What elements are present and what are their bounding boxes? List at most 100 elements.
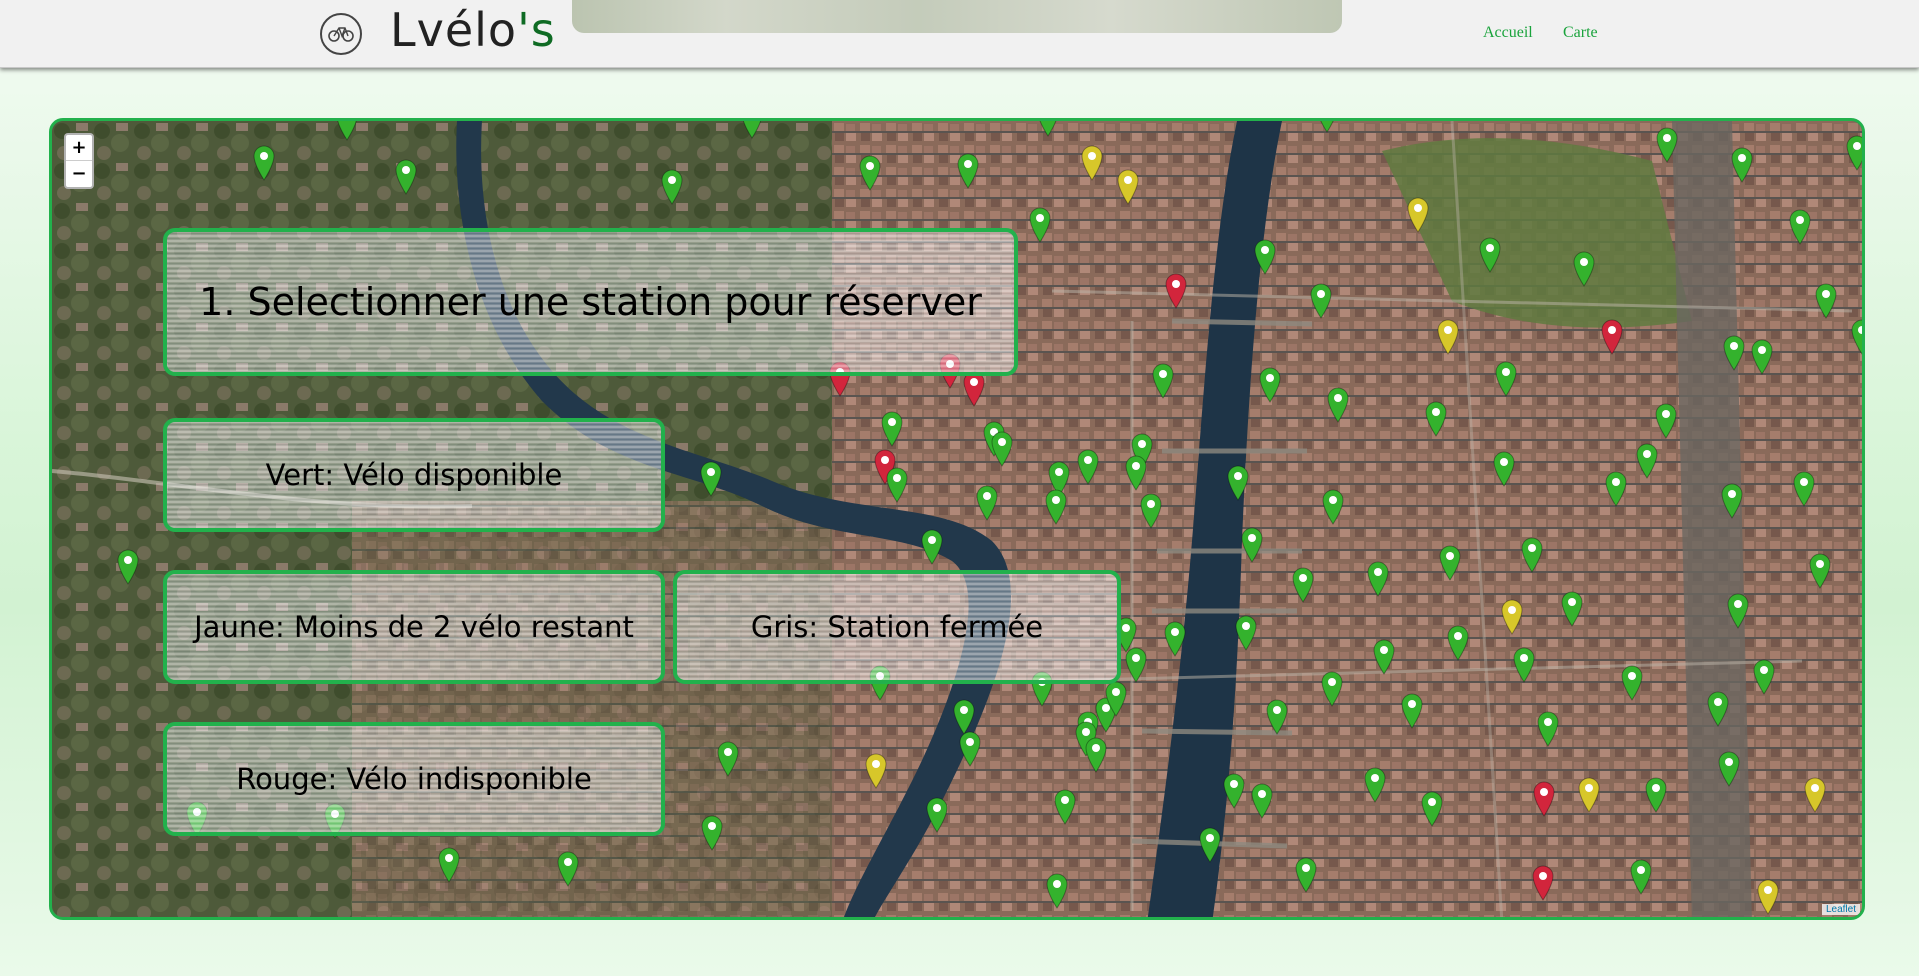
zoom-in-button[interactable]: +: [66, 135, 92, 161]
station-marker-green-icon[interactable]: [1373, 639, 1395, 675]
station-marker-yellow-icon[interactable]: [1437, 319, 1459, 355]
station-marker-green-icon[interactable]: [1321, 671, 1343, 707]
station-marker-yellow-icon[interactable]: [1578, 777, 1600, 813]
station-marker-yellow-icon[interactable]: [1501, 599, 1523, 635]
station-marker-green-icon[interactable]: [117, 549, 139, 585]
station-marker-green-icon[interactable]: [957, 153, 979, 189]
station-marker-green-icon[interactable]: [1029, 207, 1051, 243]
station-marker-green-icon[interactable]: [336, 118, 358, 141]
station-marker-yellow-icon[interactable]: [1804, 777, 1826, 813]
station-marker-green-icon[interactable]: [1125, 647, 1147, 683]
station-marker-green-icon[interactable]: [1447, 625, 1469, 661]
station-marker-green-icon[interactable]: [921, 529, 943, 565]
station-marker-green-icon[interactable]: [395, 159, 417, 195]
station-marker-green-icon[interactable]: [881, 411, 903, 447]
station-marker-green-icon[interactable]: [1310, 283, 1332, 319]
station-marker-green-icon[interactable]: [438, 847, 460, 883]
station-marker-green-icon[interactable]: [700, 461, 722, 497]
station-marker-green-icon[interactable]: [1731, 147, 1753, 183]
station-marker-green-icon[interactable]: [1085, 737, 1107, 773]
nav-link-accueil[interactable]: Accueil: [1483, 24, 1533, 42]
zoom-out-button[interactable]: −: [66, 161, 92, 186]
station-marker-green-icon[interactable]: [661, 169, 683, 205]
station-marker-yellow-icon[interactable]: [865, 753, 887, 789]
station-marker-red-icon[interactable]: [1532, 865, 1554, 901]
station-marker-green-icon[interactable]: [1259, 367, 1281, 403]
station-marker-green-icon[interactable]: [1316, 118, 1338, 133]
station-marker-green-icon[interactable]: [1367, 561, 1389, 597]
station-marker-green-icon[interactable]: [926, 797, 948, 833]
station-marker-green-icon[interactable]: [886, 467, 908, 503]
station-marker-green-icon[interactable]: [1037, 118, 1059, 137]
station-marker-green-icon[interactable]: [1045, 489, 1067, 525]
station-marker-green-icon[interactable]: [1707, 691, 1729, 727]
station-marker-green-icon[interactable]: [1125, 455, 1147, 491]
station-marker-green-icon[interactable]: [1364, 767, 1386, 803]
station-marker-green-icon[interactable]: [557, 851, 579, 887]
nav-link-carte[interactable]: Carte: [1563, 24, 1598, 42]
station-marker-green-icon[interactable]: [1636, 443, 1658, 479]
station-marker-red-icon[interactable]: [1601, 319, 1623, 355]
station-marker-green-icon[interactable]: [1054, 789, 1076, 825]
station-marker-red-icon[interactable]: [1533, 781, 1555, 817]
station-marker-green-icon[interactable]: [1140, 493, 1162, 529]
station-marker-green-icon[interactable]: [1495, 361, 1517, 397]
station-marker-green-icon[interactable]: [1656, 127, 1678, 163]
station-marker-green-icon[interactable]: [1439, 545, 1461, 581]
station-marker-green-icon[interactable]: [1751, 339, 1773, 375]
station-marker-green-icon[interactable]: [1513, 647, 1535, 683]
station-marker-green-icon[interactable]: [1254, 239, 1276, 275]
station-marker-green-icon[interactable]: [1322, 489, 1344, 525]
station-marker-green-icon[interactable]: [1537, 711, 1559, 747]
bicycle-icon[interactable]: [320, 13, 362, 55]
station-marker-green-icon[interactable]: [1561, 591, 1583, 627]
station-marker-green-icon[interactable]: [1327, 387, 1349, 423]
station-marker-green-icon[interactable]: [1493, 451, 1515, 487]
station-marker-green-icon[interactable]: [500, 118, 522, 123]
station-marker-green-icon[interactable]: [1235, 615, 1257, 651]
station-marker-green-icon[interactable]: [959, 731, 981, 767]
station-marker-green-icon[interactable]: [1479, 237, 1501, 273]
station-marker-green-icon[interactable]: [701, 815, 723, 851]
station-marker-green-icon[interactable]: [1425, 401, 1447, 437]
station-marker-yellow-icon[interactable]: [1117, 169, 1139, 205]
station-marker-green-icon[interactable]: [1421, 791, 1443, 827]
station-marker-green-icon[interactable]: [1789, 209, 1811, 245]
station-marker-green-icon[interactable]: [1046, 873, 1068, 909]
station-marker-green-icon[interactable]: [1851, 319, 1865, 355]
brand-logo[interactable]: Lvélo's: [390, 3, 556, 57]
station-marker-green-icon[interactable]: [253, 145, 275, 181]
station-marker-green-icon[interactable]: [1223, 773, 1245, 809]
station-marker-green-icon[interactable]: [717, 741, 739, 777]
station-marker-yellow-icon[interactable]: [1081, 145, 1103, 181]
station-marker-yellow-icon[interactable]: [1757, 879, 1779, 915]
station-marker-green-icon[interactable]: [1645, 777, 1667, 813]
station-marker-yellow-icon[interactable]: [1407, 197, 1429, 233]
station-marker-green-icon[interactable]: [1251, 783, 1273, 819]
station-marker-green-icon[interactable]: [1105, 681, 1127, 717]
station-marker-green-icon[interactable]: [1723, 335, 1745, 371]
leaflet-attribution-link[interactable]: Leaflet: [1821, 904, 1860, 915]
station-marker-green-icon[interactable]: [1846, 135, 1865, 171]
station-marker-green-icon[interactable]: [1809, 553, 1831, 589]
station-marker-green-icon[interactable]: [1401, 693, 1423, 729]
station-marker-green-icon[interactable]: [1521, 537, 1543, 573]
station-marker-red-icon[interactable]: [963, 371, 985, 407]
station-marker-green-icon[interactable]: [1295, 857, 1317, 893]
station-marker-green-icon[interactable]: [1199, 827, 1221, 863]
station-marker-green-icon[interactable]: [1266, 699, 1288, 735]
station-marker-green-icon[interactable]: [1227, 465, 1249, 501]
station-map[interactable]: + − 1. Selectionner une station pour rés…: [49, 118, 1865, 920]
station-marker-green-icon[interactable]: [1721, 483, 1743, 519]
station-marker-green-icon[interactable]: [1621, 665, 1643, 701]
station-marker-green-icon[interactable]: [859, 155, 881, 191]
station-marker-green-icon[interactable]: [1718, 751, 1740, 787]
station-marker-green-icon[interactable]: [1655, 403, 1677, 439]
station-marker-green-icon[interactable]: [1152, 363, 1174, 399]
station-marker-green-icon[interactable]: [1793, 471, 1815, 507]
station-marker-green-icon[interactable]: [1077, 449, 1099, 485]
station-marker-green-icon[interactable]: [1605, 471, 1627, 507]
station-marker-green-icon[interactable]: [1753, 659, 1775, 695]
station-marker-green-icon[interactable]: [1292, 567, 1314, 603]
station-marker-green-icon[interactable]: [1727, 593, 1749, 629]
